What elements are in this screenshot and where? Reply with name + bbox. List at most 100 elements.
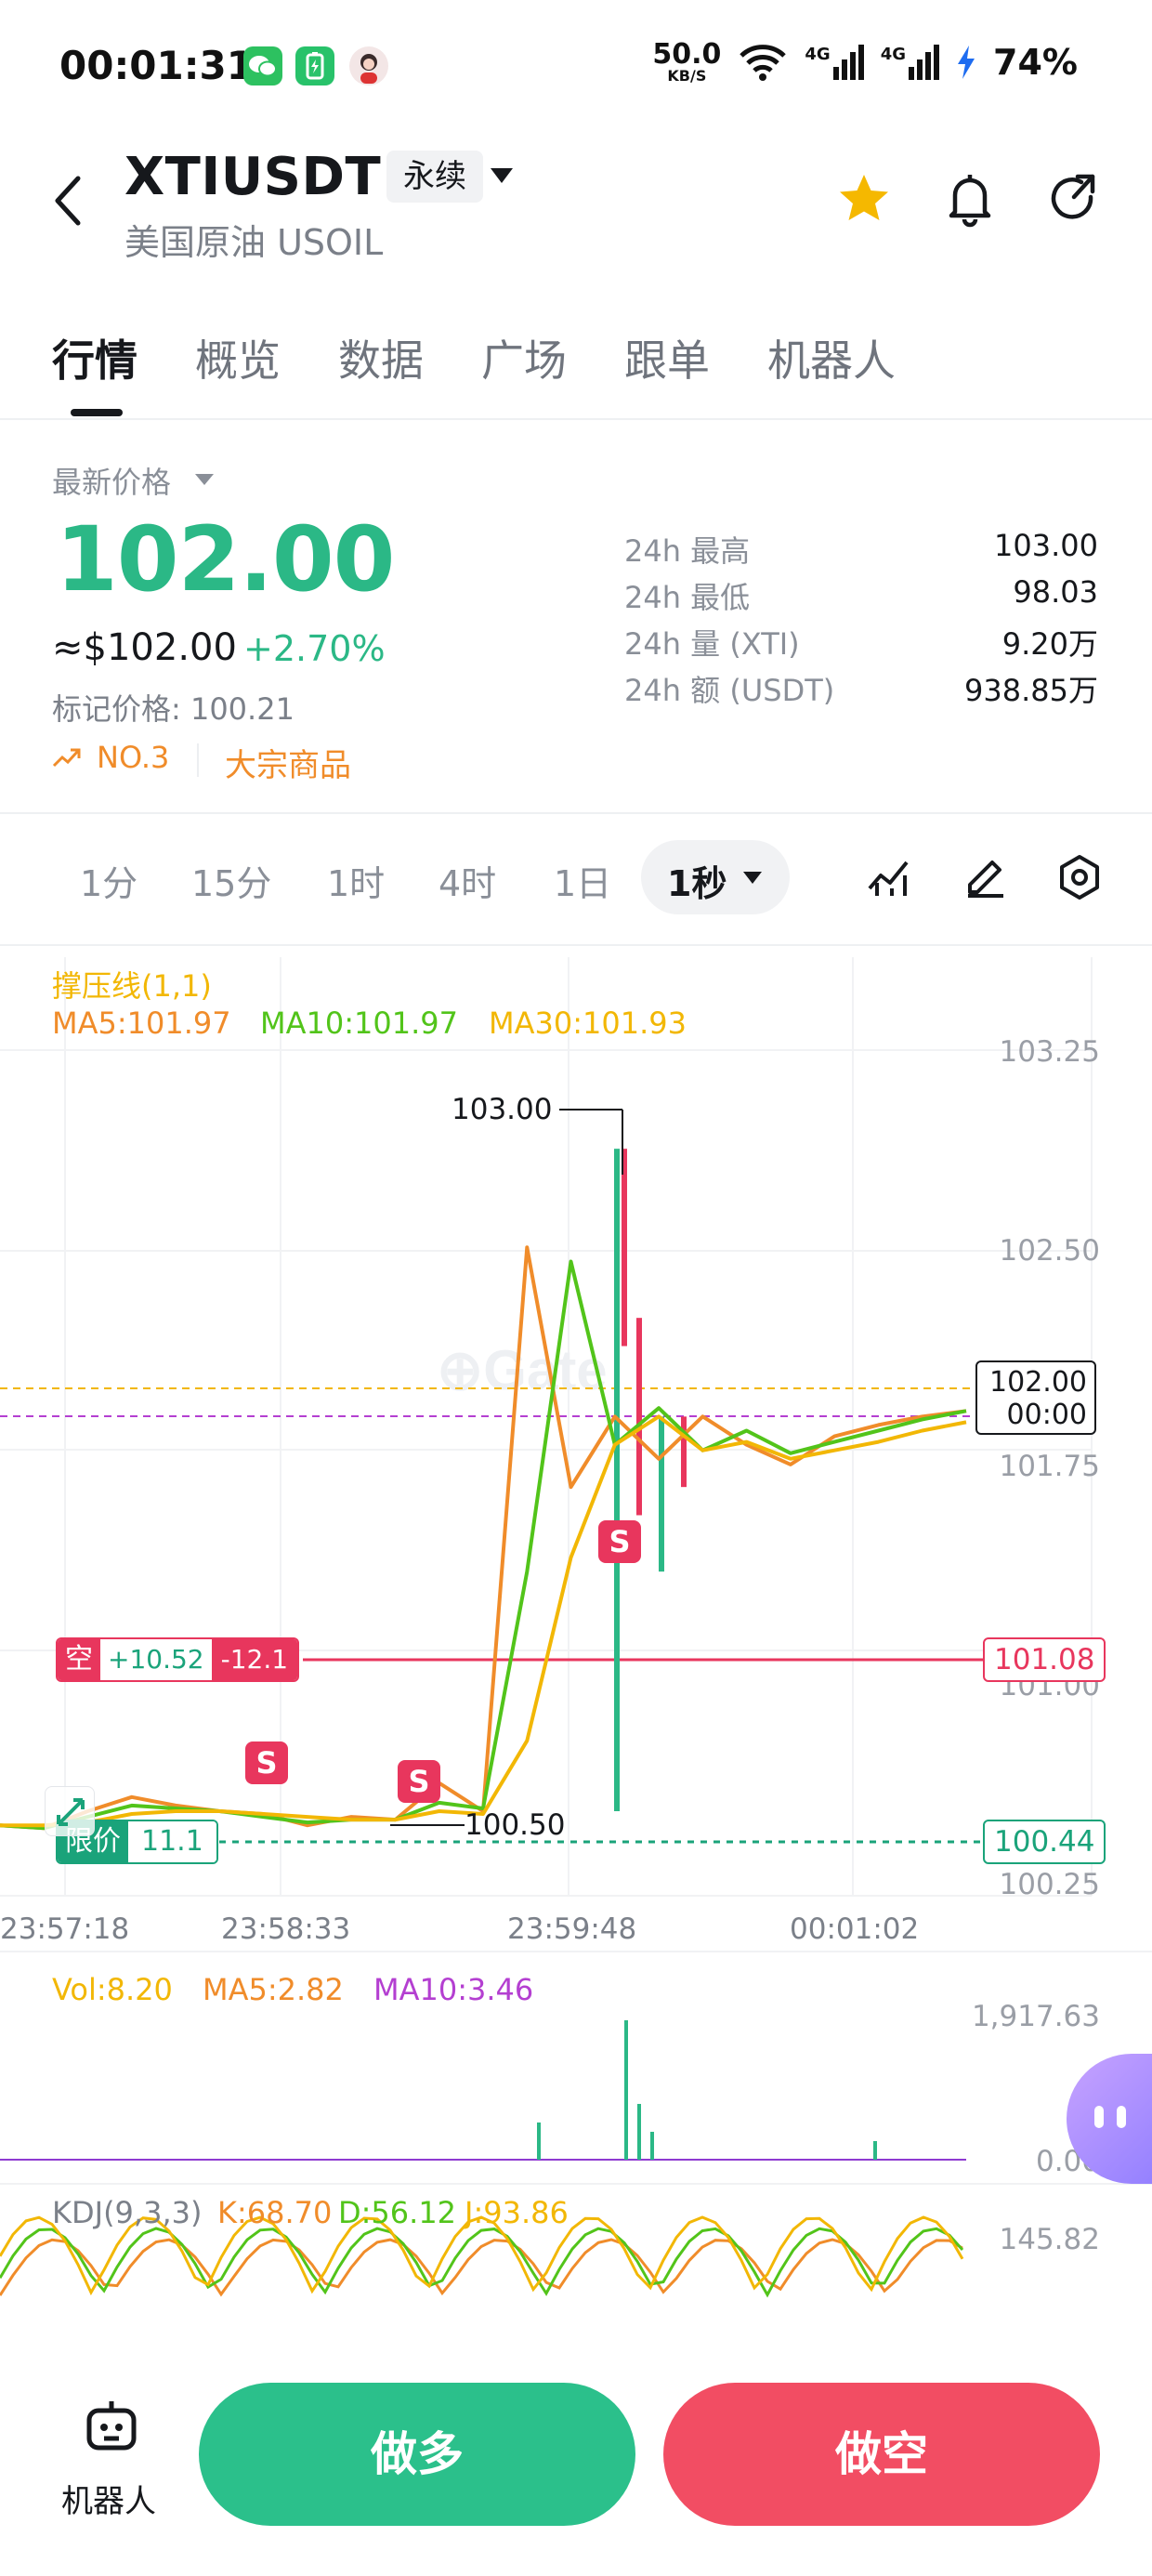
ma-line-ma30 [0, 1414, 967, 1828]
usd-price: ≈$102.00 [52, 626, 237, 669]
timeframe-1d[interactable]: 1日 [554, 855, 611, 906]
timeframe-active[interactable]: 1秒 [667, 855, 727, 906]
volume-bar [650, 2132, 654, 2160]
high-marker-label: 103.00 [452, 1093, 553, 1126]
divider [197, 743, 199, 777]
candle [636, 1318, 642, 1516]
volume-bars [537, 2020, 877, 2160]
tab-data[interactable]: 数据 [338, 327, 424, 388]
main-tabs: 行情 概览 数据 广场 跟单 机器人 [0, 316, 1152, 418]
limit-qty: 11.1 [128, 1821, 216, 1862]
divider [0, 812, 1152, 814]
long-button[interactable]: 做多 [199, 2383, 635, 2526]
stat-turnover-label: 24h 额 (USDT) [624, 673, 835, 708]
last-price: 102.00 [56, 507, 395, 611]
kdj-k: K:68.70 [217, 2195, 333, 2230]
short-button[interactable]: 做空 [663, 2383, 1100, 2526]
vol-ma5-legend: MA5:2.82 [203, 1972, 344, 2007]
tab-bot[interactable]: 机器人 [767, 327, 896, 388]
mark-price: 标记价格: 100.21 [52, 691, 295, 727]
vol-max: 1,917.63 [971, 2000, 1100, 2033]
timeframe-4h[interactable]: 4时 [439, 855, 496, 906]
symbol-title[interactable]: XTIUSDT [124, 147, 381, 207]
stat-low-label: 24h 最低 [624, 580, 751, 615]
candle [614, 1149, 620, 1811]
current-price-value: 102.00 [989, 1366, 1087, 1399]
chevron-down-icon[interactable] [743, 872, 762, 884]
stat-volume-label: 24h 量 (XTI) [624, 626, 800, 662]
status-bar: 00:01:31 50.0 KB/S 4G 4G 74% [0, 0, 1152, 130]
short-position-tag[interactable]: 空 +10.52 -12.1 [56, 1637, 300, 1682]
rank-badge[interactable]: NO.3 [97, 740, 169, 775]
avatar-icon [349, 46, 388, 85]
y-tick: 101.75 [999, 1450, 1100, 1483]
expand-icon[interactable] [45, 1786, 95, 1836]
current-price-box: 102.00 00:00 [975, 1360, 1096, 1435]
sell-signal-marker[interactable]: S [398, 1760, 440, 1803]
watermark-logo: ⊕Gate [437, 1339, 608, 1401]
volume-bar [537, 2123, 541, 2160]
sell-signal-marker[interactable]: S [598, 1520, 641, 1563]
battery-level: 74% [993, 42, 1078, 83]
y-tick: 103.25 [999, 1035, 1100, 1069]
short-price-tag: 101.08 [983, 1637, 1106, 1682]
tab-square[interactable]: 广场 [481, 327, 567, 388]
volume-bar [637, 2104, 641, 2160]
chevron-down-icon[interactable] [491, 168, 513, 183]
category-link[interactable]: 大宗商品 [225, 740, 351, 785]
net-speed: 50.0 KB/S [652, 38, 722, 85]
draw-pencil-icon[interactable] [959, 851, 1011, 903]
timeframe-15m[interactable]: 15分 [191, 855, 271, 906]
short-pnl: +10.52 [100, 1639, 212, 1680]
ma10-legend: MA10:101.97 [260, 1005, 458, 1041]
active-tab-indicator [71, 409, 123, 416]
share-icon[interactable] [1044, 169, 1104, 229]
y-tick: 102.50 [999, 1234, 1100, 1268]
chevron-down-icon[interactable] [195, 474, 214, 485]
bell-icon[interactable] [940, 169, 1000, 229]
volume-bar [873, 2141, 877, 2160]
timeframe-1m[interactable]: 1分 [80, 855, 137, 906]
stat-high-label: 24h 最高 [624, 533, 751, 569]
volume-bar [624, 2020, 628, 2160]
settings-hexagon-icon[interactable] [1054, 851, 1106, 903]
instrument-subtitle: 美国原油 USOIL [124, 222, 384, 263]
short-side-label: 空 [58, 1639, 100, 1680]
latest-price-label[interactable]: 最新价格 [52, 459, 171, 502]
robot-label[interactable]: 机器人 [61, 2476, 156, 2521]
indicator-icon[interactable] [864, 851, 916, 903]
status-time: 00:01:31 [59, 43, 254, 88]
change-percent: +2.70% [243, 628, 386, 669]
ma-line-ma5 [0, 1245, 967, 1831]
x-tick: 23:59:48 [507, 1912, 637, 1946]
star-icon[interactable] [834, 169, 894, 229]
x-tick: 23:58:33 [221, 1912, 351, 1946]
timeframe-1h[interactable]: 1时 [327, 855, 385, 906]
charging-icon [958, 46, 975, 79]
divider [0, 418, 1152, 420]
y-tick: 100.25 [999, 1868, 1100, 1901]
contract-type-tag[interactable]: 永续 [386, 151, 483, 203]
ma30-legend: MA30:101.93 [489, 1005, 687, 1041]
tab-copy-trading[interactable]: 跟单 [624, 327, 710, 388]
ma5-legend: MA5:101.97 [52, 1005, 231, 1041]
ma-lines [0, 1245, 967, 1831]
limit-price-tag: 100.44 [983, 1820, 1106, 1864]
robot-icon[interactable] [80, 2396, 143, 2459]
status-right: 50.0 KB/S 4G 4G 74% [652, 41, 1078, 84]
kdj-line [0, 2227, 964, 2298]
vol-ma10-legend: MA10:3.46 [373, 1972, 534, 2007]
indicator-title[interactable]: 撑压线(1,1) [52, 963, 212, 1005]
kdj-line [0, 2238, 963, 2297]
signal-icon-2: 4G [881, 45, 940, 80]
candle [659, 1416, 664, 1572]
x-tick: 00:01:02 [790, 1912, 920, 1946]
back-icon[interactable] [50, 173, 87, 229]
tab-market[interactable]: 行情 [52, 327, 137, 388]
tab-overview[interactable]: 概览 [195, 327, 281, 388]
wechat-icon [243, 46, 282, 85]
vol-legend: Vol:8.20 [52, 1972, 173, 2007]
candle-group [614, 1149, 687, 1811]
stat-volume-value: 9.20万 [1001, 626, 1098, 662]
sell-signal-marker[interactable]: S [245, 1741, 288, 1784]
